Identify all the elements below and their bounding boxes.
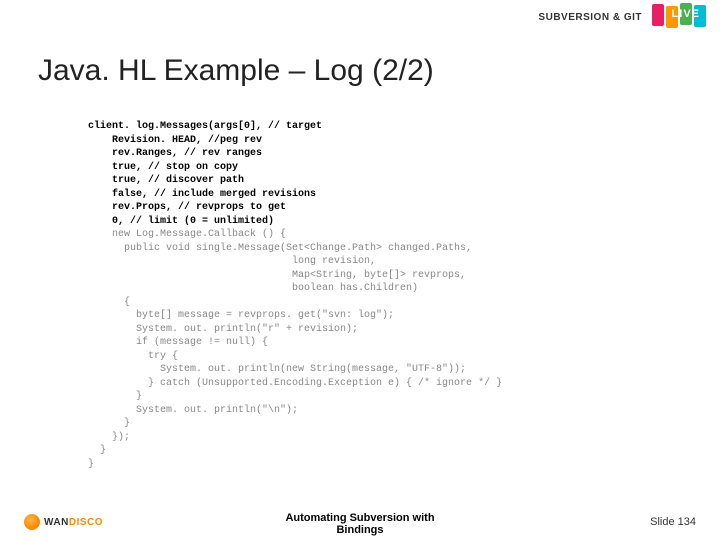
logo-text: WANDISCO — [44, 517, 103, 528]
slide-title: Java. HL Example – Log (2/2) — [38, 54, 434, 88]
code-block: client. log.Messages(args[0], // target … — [88, 120, 502, 471]
footer: WANDISCO Automating Subversion with Bind… — [0, 496, 720, 540]
footer-caption: Automating Subversion with Bindings — [285, 512, 434, 536]
code-rest: new Log.Message.Callback () { public voi… — [88, 229, 502, 470]
code-bold: client. log.Messages(args[0], // target … — [88, 121, 322, 227]
wandisco-logo: WANDISCO — [24, 514, 103, 530]
topbar: SUBVERSION & GIT LIVE — [0, 0, 720, 34]
slide-number: Slide 134 — [650, 516, 696, 528]
live-badge — [652, 6, 706, 28]
logo-circle-icon — [24, 514, 40, 530]
brand-text: SUBVERSION & GIT — [538, 12, 642, 23]
